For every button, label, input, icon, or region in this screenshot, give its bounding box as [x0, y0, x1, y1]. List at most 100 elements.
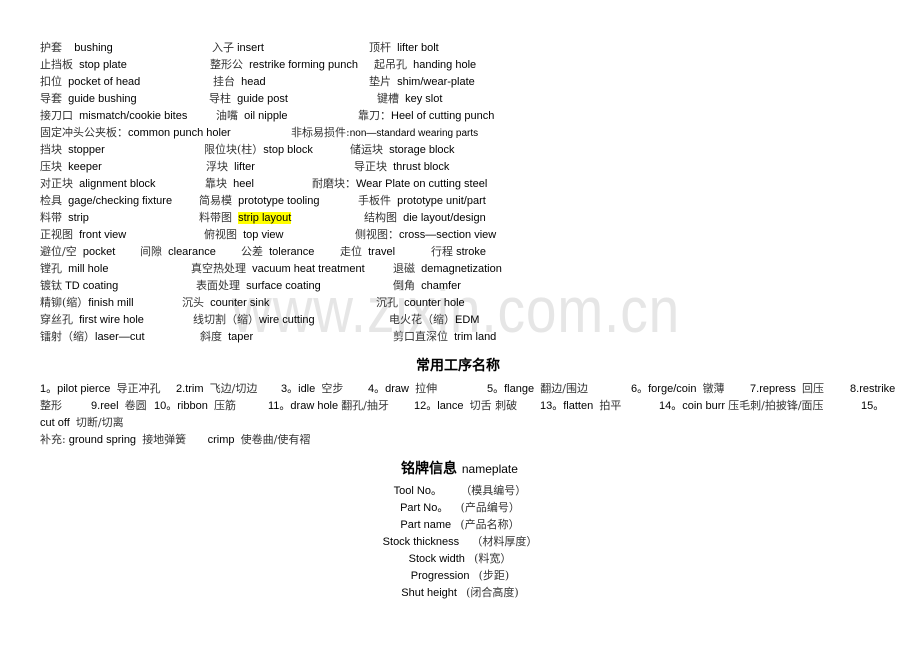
term-zh: 扣位: [40, 75, 62, 88]
term-zh: 行程: [431, 245, 453, 258]
term-zh: 简易模: [199, 194, 232, 207]
term-zh: 精铆(缩）: [40, 296, 89, 309]
term-en: keeper: [68, 161, 102, 173]
term-en: counter hole: [404, 297, 465, 309]
text-en: lance: [437, 400, 464, 412]
term-en: shim/wear-plate: [397, 76, 475, 88]
text-en: Tool No。: [393, 485, 442, 497]
process-item: 9.reel 卷圆: [91, 399, 147, 413]
glossary-term: 油嘴 oil nipple: [216, 109, 288, 123]
text-en: ribbon: [177, 400, 208, 412]
text-en: nameplate: [461, 462, 518, 476]
term-en: counter sink: [210, 297, 270, 309]
glossary-term: 压块 keeper: [40, 160, 102, 174]
term-en: stroke: [456, 246, 487, 258]
term-zh: 电火花（缩）: [389, 313, 455, 326]
text-zh: (产品编号）: [460, 501, 520, 514]
term-zh: 料带: [40, 211, 62, 224]
glossary-term: 垫片 shim/wear-plate: [369, 75, 475, 89]
term-zh: 穿丝孔: [40, 313, 73, 326]
glossary-term: 手板件 prototype unit/part: [358, 194, 486, 208]
glossary-term: 真空热处理 vacuum heat treatment: [191, 262, 365, 276]
glossary-term: 行程 stroke: [431, 245, 486, 259]
text-zh: 卷圆: [124, 399, 147, 412]
process-section-heading: 常用工序名称: [416, 358, 500, 374]
glossary-term: 导正块 thrust block: [354, 160, 449, 174]
glossary-term: 导柱 guide post: [209, 92, 288, 106]
text-en: 15。: [861, 400, 885, 412]
text-en: 9.: [91, 400, 101, 412]
glossary-term: 镗孔 mill hole: [40, 262, 108, 276]
text-en: Part name: [400, 519, 452, 531]
term-zh: 真空热处理: [191, 262, 246, 275]
term-en: lifter: [234, 161, 255, 173]
nameplate-field: Stock width (料宽）: [300, 552, 620, 566]
glossary-term: 料带 strip: [40, 211, 89, 225]
term-zh: 导正块: [354, 160, 387, 173]
text-en: 2.: [176, 383, 186, 395]
term-en: travel: [368, 246, 396, 258]
nameplate-field: Part name (产品名称）: [300, 518, 620, 532]
term-zh: 导套: [40, 92, 62, 105]
glossary-term: 护套 bushing: [40, 41, 113, 55]
process-item: 5。flange 翻边/围边: [487, 382, 588, 396]
glossary-term: 固定冲头公夹板：common punch holer: [40, 126, 231, 140]
term-en: clearance: [168, 246, 216, 258]
term-en: head: [241, 76, 266, 88]
text-zh: (步距): [478, 569, 510, 582]
term-zh: 结构图: [364, 211, 397, 224]
term-en: front view: [79, 229, 127, 241]
term-en: wire cutting: [259, 314, 315, 326]
term-en: surface coating: [246, 280, 321, 292]
glossary-term: 走位 travel: [340, 245, 395, 259]
term-en: vacuum heat treatment: [252, 263, 365, 275]
text-zh: 飞边/切边: [209, 382, 258, 395]
term-en: oil nipple: [244, 110, 288, 122]
term-zh: 检具: [40, 194, 62, 207]
process-item: 12。lance 切舌 刺破: [414, 399, 517, 413]
term-en: key slot: [405, 93, 443, 105]
glossary-term: 对正块 alignment block: [40, 177, 156, 191]
text-en: 7.: [750, 383, 760, 395]
glossary-term: 间隙 clearance: [140, 245, 216, 259]
text-en: pilot pierce: [57, 383, 111, 395]
term-zh: 料带图: [199, 211, 232, 224]
term-en: tolerance: [269, 246, 315, 258]
term-en: non—standard wearing parts: [349, 128, 479, 139]
glossary-term: 止挡板 stop plate: [40, 58, 127, 72]
term-zh: 正视图: [40, 228, 73, 241]
term-en: die layout/design: [403, 212, 486, 224]
text-zh: 使卷曲/使有褶: [240, 433, 311, 446]
glossary-term: 检具 gage/checking fixture: [40, 194, 172, 208]
text-en: 3。: [281, 383, 299, 395]
term-en: heel: [233, 178, 254, 190]
glossary-term: 浮块 lifter: [206, 160, 255, 174]
glossary-term: 整形公 restrike forming punch: [210, 58, 358, 72]
term-zh: 走位: [340, 245, 362, 258]
nameplate-field: Progression (步距): [300, 569, 620, 583]
term-en: stop block: [263, 144, 313, 156]
term-zh: 俯视图: [204, 228, 237, 241]
process-item-continuation: cut off 切断/切离: [40, 416, 124, 430]
glossary-term: 线切割（缩）wire cutting: [193, 313, 315, 327]
nameplate-field: Tool No。 （模具编号）: [300, 484, 620, 498]
text-en: 1。: [40, 383, 58, 395]
term-en: pocket of head: [68, 76, 141, 88]
nameplate-field: Stock thickness （材料厚度）: [300, 535, 620, 549]
term-zh: 非标易损件:: [291, 126, 350, 139]
process-item: 4。draw 拉伸: [368, 382, 437, 396]
glossary-term: 避位/空 pocket: [40, 245, 115, 259]
term-en: chamfer: [421, 280, 461, 292]
process-item: 14。coin burr 压毛刺/拍披锋/面压: [659, 399, 824, 413]
glossary-term: 料带图 strip layout: [199, 211, 292, 225]
text-en: crimp: [207, 434, 235, 446]
term-en: mismatch/cookie bites: [79, 110, 188, 122]
term-zh: 镭射（缩）: [40, 330, 95, 343]
term-en: EDM: [455, 314, 480, 326]
text-en: 6。: [631, 383, 649, 395]
glossary-term: 耐磨块：Wear Plate on cutting steel: [312, 177, 487, 191]
term-zh: 镀钛: [40, 279, 62, 292]
text-en: Progression: [410, 570, 470, 582]
term-en: prototype tooling: [238, 195, 320, 207]
text-zh: 翻边/围边: [540, 382, 588, 395]
